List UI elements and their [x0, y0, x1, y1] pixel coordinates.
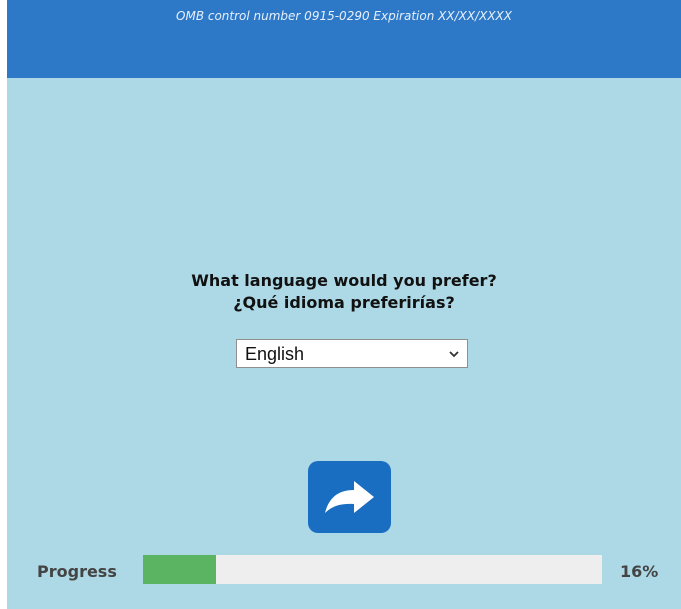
survey-page: OMB control number 0915-0290 Expiration …: [7, 0, 681, 609]
question-english: What language would you prefer?: [191, 271, 497, 290]
progress-bar-fill: [143, 555, 217, 584]
progress-percent: 16%: [620, 562, 659, 581]
language-select[interactable]: English: [236, 339, 468, 368]
question-spanish: ¿Qué idioma preferirías?: [233, 293, 455, 312]
language-question: What language would you prefer? ¿Qué idi…: [7, 270, 681, 314]
progress-label: Progress: [37, 562, 117, 581]
language-select-value: English: [245, 344, 305, 364]
forward-arrow-icon: [325, 481, 374, 513]
chevron-down-icon: [449, 351, 459, 358]
omb-control-text: OMB control number 0915-0290 Expiration …: [176, 9, 512, 23]
header-bar: OMB control number 0915-0290 Expiration …: [7, 0, 681, 78]
progress-bar: [143, 555, 602, 584]
next-button[interactable]: [308, 461, 391, 533]
